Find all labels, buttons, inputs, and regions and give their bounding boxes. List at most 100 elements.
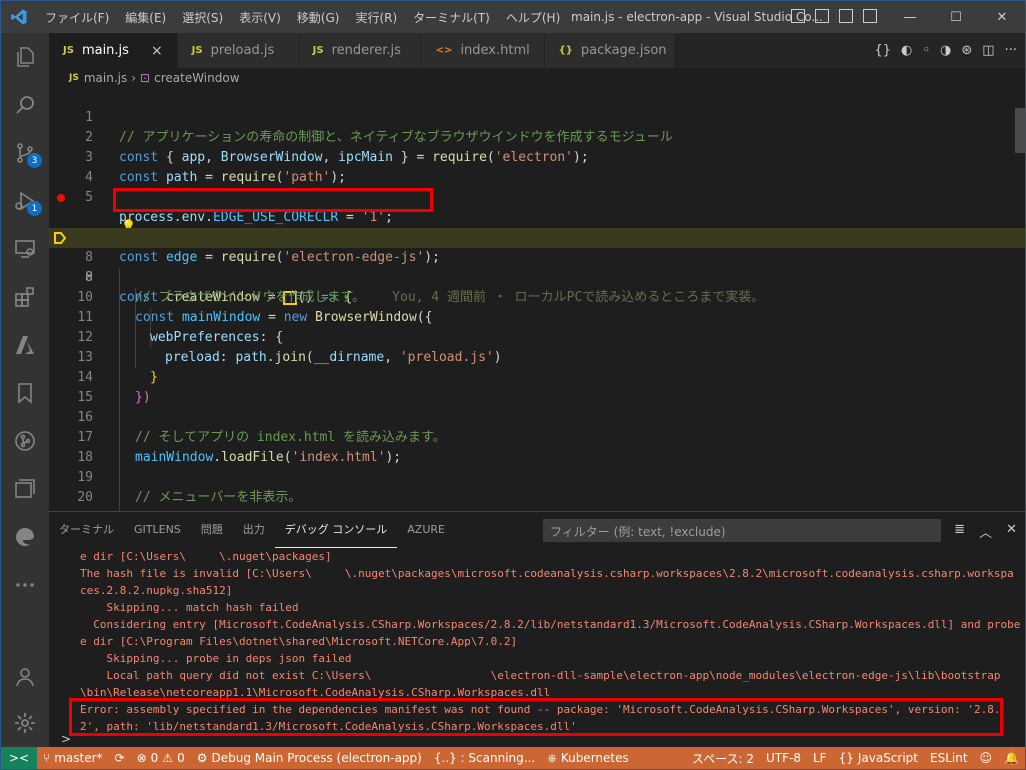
editor-tabs: JS main.js × JS preload.js JS renderer.j… — [49, 33, 1025, 68]
tab-terminal[interactable]: ターミナル — [49, 512, 124, 548]
eol-status[interactable]: LF — [807, 751, 833, 765]
breadcrumb-symbol[interactable]: createWindow — [154, 71, 239, 85]
debug-status[interactable]: ⚙ Debug Main Process (electron-app) — [191, 751, 428, 765]
clear-console-icon[interactable]: ≣ — [954, 522, 965, 541]
code-line: 7 💡 — [49, 208, 1025, 245]
tab-package-json[interactable]: {} package.json — [544, 33, 675, 68]
code-line: 5 process.env.EDGE_USE_CORECLR = '1'; — [49, 168, 1025, 225]
editor-scrollbar[interactable] — [1013, 88, 1025, 511]
accounts-icon[interactable] — [1, 653, 49, 701]
debug-console-output[interactable]: e dir [C:\Users\ \.nuget\packages] The h… — [49, 548, 1025, 736]
split-editor-icon[interactable]: ◫ — [982, 43, 994, 58]
code-line: 11 webPreferences: { — [49, 288, 1025, 345]
code-line: 10 const mainWindow = new BrowserWindow(… — [49, 268, 1025, 325]
braces-icon[interactable]: {} — [874, 43, 891, 58]
menu-terminal[interactable]: ターミナル(T) — [405, 9, 498, 26]
gitlens-icon[interactable] — [1, 417, 49, 465]
sync-icon[interactable]: ⟳ — [109, 751, 131, 765]
menu-run[interactable]: 実行(R) — [347, 9, 405, 26]
maximize-panel-icon[interactable]: ︿ — [979, 522, 992, 541]
tab-main-js[interactable]: JS main.js × — [49, 33, 178, 68]
toggle-panel-icon[interactable] — [815, 9, 829, 23]
menu-help[interactable]: ヘルプ(H) — [498, 9, 568, 26]
code-line: 9 // ブラウザウインドウを作成します。 — [49, 248, 1025, 305]
more-icon[interactable] — [1, 561, 49, 609]
gitlens-action-icon[interactable]: ⊛ — [961, 43, 972, 58]
console-filter-input[interactable]: フィルター (例: text, !exclude) — [543, 519, 941, 542]
toggle-sidebar-icon[interactable] — [791, 9, 805, 23]
console-line: e dir [C:\Program Files\dotnet\shared\Mi… — [80, 635, 518, 648]
encoding-status[interactable]: UTF-8 — [760, 751, 807, 765]
scanning-status[interactable]: {..} : Scanning... — [428, 751, 541, 765]
customize-layout-icon[interactable] — [863, 9, 877, 23]
branch-status[interactable]: ⑂ master* — [37, 751, 109, 765]
tab-label: main.js — [81, 43, 129, 58]
azure-icon[interactable] — [1, 321, 49, 369]
menu-view[interactable]: 表示(V) — [231, 9, 289, 26]
eslint-status[interactable]: ESLint — [924, 751, 974, 765]
tab-output[interactable]: 出力 — [233, 512, 275, 548]
code-line: 21 — [49, 488, 1025, 511]
feedback-icon[interactable]: ☺ — [974, 751, 999, 765]
notifications-bell-icon[interactable]: 🔔 — [998, 751, 1025, 765]
maximize-icon[interactable]: ☐ — [933, 1, 979, 33]
debug-badge: 1 — [27, 201, 42, 216]
toggle-secondary-sidebar-icon[interactable] — [839, 9, 853, 23]
close-window-icon[interactable]: ✕ — [979, 1, 1025, 33]
tab-renderer-js[interactable]: JS renderer.js — [298, 33, 422, 68]
vscode-logo-icon[interactable] — [1, 1, 37, 33]
breakpoint-icon[interactable] — [57, 194, 65, 202]
indentation-status[interactable]: スペース: 2 — [686, 750, 760, 767]
language-status[interactable]: {} JavaScript — [833, 751, 924, 765]
console-prompt[interactable]: > — [61, 732, 71, 746]
minimize-icon[interactable]: — — [887, 1, 933, 33]
tab-label: preload.js — [210, 43, 275, 58]
language-label: JavaScript — [857, 751, 918, 765]
search-icon[interactable] — [1, 81, 49, 129]
tab-problems[interactable]: 問題 — [191, 512, 233, 548]
code-editor[interactable]: 1 // アプリケーションの寿命の制御と、ネイティブなブラウザウインドウを作成す… — [49, 88, 1025, 511]
run-debug-icon[interactable]: 1 — [1, 177, 49, 225]
code-line: 3 const path = require('path'); — [49, 128, 1025, 185]
timeline-icon[interactable]: ◦ — [922, 43, 930, 58]
remote-indicator[interactable]: >< — [1, 747, 37, 769]
tab-azure[interactable]: AZURE — [397, 512, 455, 548]
layout-controls — [791, 9, 877, 23]
kubernetes-icon: ⎈ — [547, 750, 557, 765]
debug-stackframe-icon[interactable] — [53, 231, 67, 245]
extensions-icon[interactable] — [1, 273, 49, 321]
remote-explorer-icon[interactable] — [1, 225, 49, 273]
breadcrumb-file[interactable]: main.js — [84, 71, 127, 85]
debug-icon: ⚙ — [196, 751, 208, 765]
js-file-icon: JS — [69, 73, 79, 83]
close-panel-icon[interactable]: ✕ — [1006, 522, 1017, 541]
menu-go[interactable]: 移動(G) — [289, 9, 348, 26]
manage-gear-icon[interactable] — [1, 699, 49, 747]
tab-gitlens[interactable]: GITLENS — [124, 512, 191, 548]
json-file-icon: {} — [558, 45, 573, 56]
kubernetes-status[interactable]: ⎈ Kubernetes — [541, 751, 635, 766]
more-actions-icon[interactable]: ··· — [1005, 43, 1017, 58]
activity-bar: 3 1 — [1, 33, 49, 747]
source-control-icon[interactable]: 3 — [1, 129, 49, 177]
tab-preload-js[interactable]: JS preload.js — [177, 33, 299, 68]
explorer-icon[interactable] — [1, 33, 49, 81]
branch-label: master* — [54, 751, 103, 765]
menu-edit[interactable]: 編集(E) — [117, 9, 174, 26]
menu-selection[interactable]: 選択(S) — [174, 9, 231, 26]
go-forward-icon[interactable]: ◑ — [940, 43, 951, 58]
highlight-box-error — [69, 698, 1003, 736]
close-tab-icon[interactable]: × — [151, 43, 163, 59]
problems-status[interactable]: ⊗ 0 ⚠ 0 — [131, 751, 191, 765]
edge-devtools-icon[interactable] — [1, 513, 49, 561]
js-file-icon: JS — [191, 45, 203, 56]
bookmarks-icon[interactable] — [1, 369, 49, 417]
tab-debug-console[interactable]: デバッグ コンソール — [274, 512, 398, 548]
go-back-icon[interactable]: ◐ — [901, 43, 912, 58]
scrollbar-thumb[interactable] — [1015, 108, 1025, 153]
tab-index-html[interactable]: <> index.html — [421, 33, 545, 68]
menu-file[interactable]: ファイル(F) — [37, 9, 117, 26]
editor-actions: {} ◐ ◦ ◑ ⊛ ◫ ··· — [874, 33, 1017, 68]
remote-window-icon[interactable] — [1, 465, 49, 513]
console-line: ces.2.8.2.nupkg.sha512] — [80, 584, 233, 597]
